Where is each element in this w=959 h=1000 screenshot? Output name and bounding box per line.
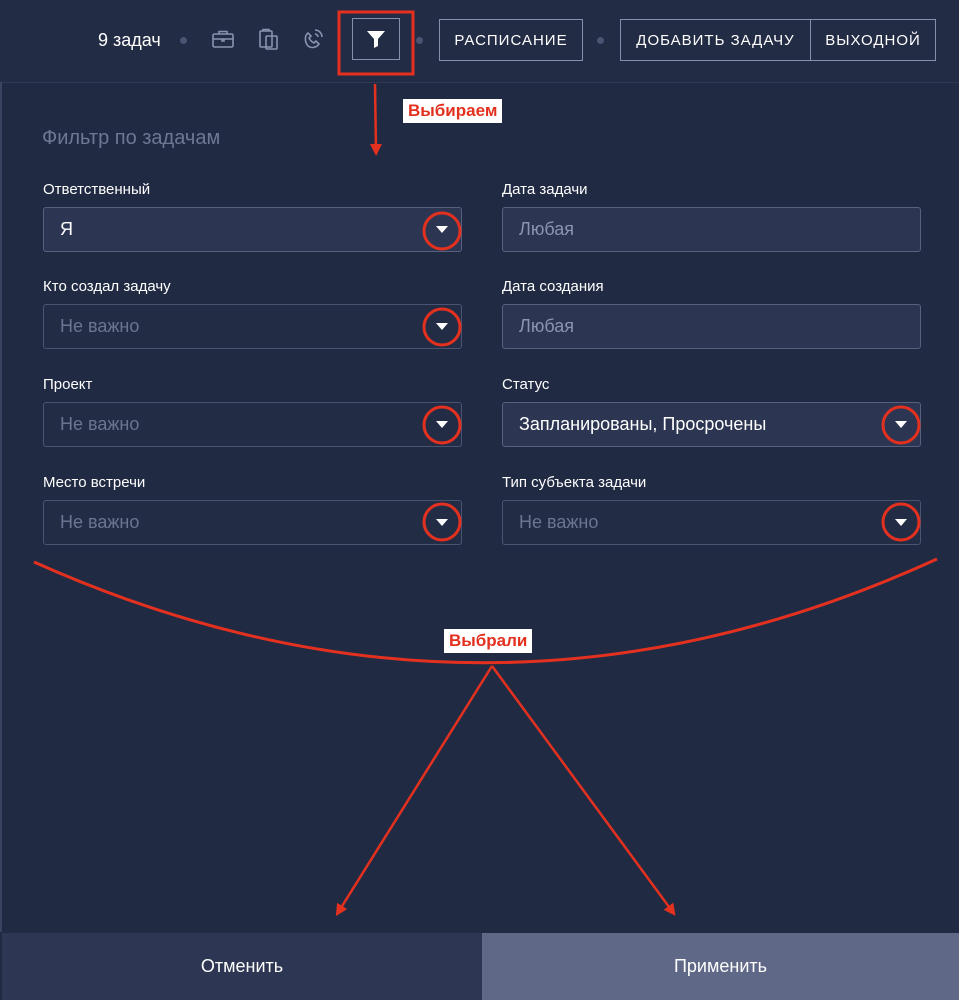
status-label: Статус [502, 376, 550, 393]
project-select[interactable]: Не важно [43, 402, 462, 447]
day-off-button[interactable]: ВЫХОДНОЙ [810, 19, 936, 61]
select-arrow [369, 83, 382, 156]
status-value: Запланированы, Просрочены [519, 414, 767, 434]
briefcase-icon[interactable] [208, 24, 238, 54]
task-date-label: Дата задачи [502, 181, 588, 198]
chevron-down-icon [895, 421, 907, 428]
subject-type-label: Тип субъекта задачи [502, 474, 647, 491]
selected-annotation-label: Выбрали [444, 629, 533, 653]
subject-type-select[interactable]: Не важно [502, 500, 921, 545]
creator-select[interactable]: Не важно [43, 304, 462, 349]
responsible-select[interactable]: Я [43, 207, 462, 252]
chevron-down-icon [436, 323, 448, 330]
status-select[interactable]: Запланированы, Просрочены [502, 402, 921, 447]
separator-dot [597, 37, 604, 44]
schedule-button[interactable]: РАСПИСАНИЕ [439, 19, 583, 61]
panel-title: Фильтр по задачам [42, 127, 221, 149]
meeting-place-label: Место встречи [43, 474, 146, 491]
filter-icon [367, 31, 385, 48]
task-date-field[interactable]: Любая [502, 207, 921, 252]
project-value: Не важно [60, 414, 140, 434]
responsible-label: Ответственный [43, 181, 151, 198]
clipboard-copy-icon[interactable] [254, 24, 284, 54]
phone-call-icon[interactable] [298, 24, 328, 54]
separator-dot [416, 37, 423, 44]
chevron-down-icon [436, 519, 448, 526]
creator-value: Не важно [60, 316, 140, 336]
creation-date-value: Любая [519, 316, 574, 336]
meeting-place-value: Не важно [60, 512, 140, 532]
page: 9 задач РАСПИСАНИЕ ДОБАВИТЬ ЗАДАЧУ ВЫХОД… [0, 0, 959, 1000]
task-date-value: Любая [519, 219, 574, 239]
apply-arrow [490, 665, 676, 916]
add-task-button[interactable]: ДОБАВИТЬ ЗАДАЧУ [620, 19, 811, 61]
cancel-button[interactable]: Отменить [2, 933, 482, 1000]
creation-date-label: Дата создания [502, 278, 604, 295]
filter-button[interactable] [352, 18, 400, 60]
project-label: Проект [43, 376, 93, 393]
subject-type-value: Не важно [519, 512, 599, 532]
task-count: 9 задач [98, 30, 161, 50]
select-annotation-label: Выбираем [403, 99, 503, 123]
creation-date-field[interactable]: Любая [502, 304, 921, 349]
chevron-down-icon [436, 226, 448, 233]
separator-dot [180, 37, 187, 44]
left-edge-strip [0, 82, 2, 932]
meeting-place-select[interactable]: Не важно [43, 500, 462, 545]
creator-label: Кто создал задачу [43, 278, 171, 295]
cancel-arrow [335, 665, 494, 917]
chevron-down-icon [436, 421, 448, 428]
top-bar: 9 задач РАСПИСАНИЕ ДОБАВИТЬ ЗАДАЧУ ВЫХОД… [0, 0, 959, 83]
chevron-down-icon [895, 519, 907, 526]
apply-button[interactable]: Применить [482, 933, 959, 1000]
responsible-value: Я [60, 219, 73, 239]
